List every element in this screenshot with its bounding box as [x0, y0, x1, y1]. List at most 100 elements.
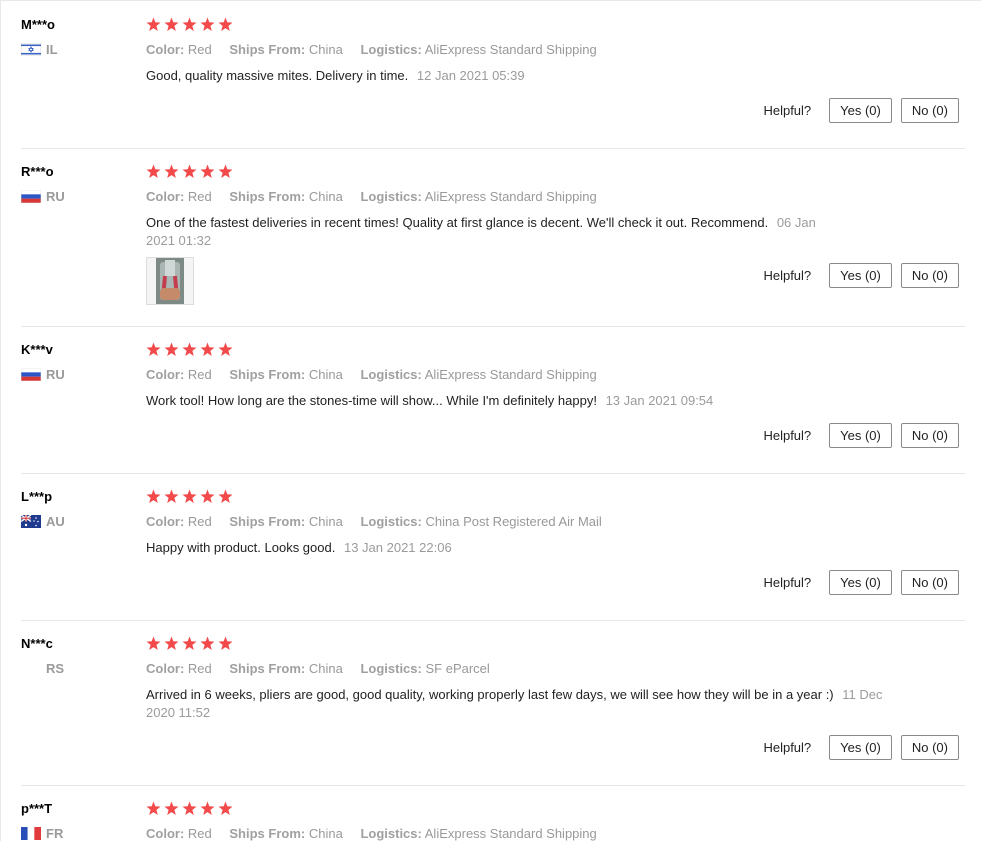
star-icon	[218, 342, 233, 356]
rating-stars	[146, 801, 236, 816]
helpful-votes: Helpful? Yes (0) No (0)	[763, 98, 959, 123]
ships-from-label: Ships From:	[229, 514, 306, 529]
rating-stars	[146, 164, 236, 179]
country-code: IL	[46, 42, 58, 57]
helpful-label: Helpful?	[763, 575, 812, 590]
reviewer-name: p***T	[21, 801, 53, 816]
ships-from-label: Ships From:	[229, 189, 306, 204]
order-attributes: Color: Red Ships From: China Logistics: …	[146, 189, 611, 204]
star-icon	[182, 801, 197, 815]
ships-from-value: China	[308, 661, 343, 676]
logistics-label: Logistics:	[360, 367, 422, 382]
review-divider	[21, 148, 965, 149]
review-text: Arrived in 6 weeks, pliers are good, goo…	[146, 687, 834, 702]
rating-stars	[146, 17, 236, 32]
ships-from-value: China	[308, 42, 343, 57]
reviewer-name: R***o	[21, 164, 54, 179]
star-icon	[146, 164, 161, 178]
rating-stars	[146, 489, 236, 504]
star-icon	[200, 636, 215, 650]
star-icon	[182, 489, 197, 503]
review-text: Work tool! How long are the stones-time …	[146, 393, 597, 408]
review-divider	[21, 785, 965, 786]
star-icon	[182, 17, 197, 31]
country-code: RS	[46, 661, 65, 676]
russia-flag-icon	[21, 368, 41, 381]
helpful-votes: Helpful? Yes (0) No (0)	[763, 263, 959, 288]
star-icon	[164, 342, 179, 356]
helpful-no-button[interactable]: No (0)	[900, 423, 959, 448]
order-attributes: Color: Red Ships From: China Logistics: …	[146, 514, 616, 529]
reviewer-country: AU	[21, 514, 65, 529]
star-icon	[164, 636, 179, 650]
reviewer-country: RU	[21, 189, 65, 204]
review-time: 12 Jan 2021 05:39	[416, 68, 525, 83]
ships-from-value: China	[308, 514, 343, 529]
color-value: Red	[187, 514, 212, 529]
star-icon	[146, 17, 161, 31]
color-value: Red	[187, 367, 212, 382]
flag-placeholder	[21, 662, 41, 675]
review-time: 13 Jan 2021 22:06	[343, 540, 452, 555]
review-text: Happy with product. Looks good.	[146, 540, 336, 555]
logistics-label: Logistics:	[360, 661, 422, 676]
color-label: Color:	[146, 367, 185, 382]
helpful-yes-button[interactable]: Yes (0)	[829, 98, 892, 123]
logistics-label: Logistics:	[360, 189, 422, 204]
order-attributes: Color: Red Ships From: China Logistics: …	[146, 367, 611, 382]
logistics-label: Logistics:	[360, 514, 422, 529]
reviewer-name: K***v	[21, 342, 53, 357]
reviewer-country: RU	[21, 367, 65, 382]
star-icon	[164, 489, 179, 503]
ships-from-value: China	[308, 189, 343, 204]
color-value: Red	[187, 826, 212, 841]
star-icon	[218, 164, 233, 178]
order-attributes: Color: Red Ships From: China Logistics: …	[146, 42, 611, 57]
review-text: Good, quality massive mites. Delivery in…	[146, 68, 409, 83]
helpful-yes-button[interactable]: Yes (0)	[829, 570, 892, 595]
ships-from-label: Ships From:	[229, 826, 306, 841]
color-value: Red	[187, 661, 212, 676]
star-icon	[146, 801, 161, 815]
review-content: Work tool! How long are the stones-time …	[146, 392, 866, 410]
star-icon	[218, 17, 233, 31]
star-icon	[218, 636, 233, 650]
star-icon	[200, 17, 215, 31]
star-icon	[164, 17, 179, 31]
star-icon	[200, 342, 215, 356]
reviewer-country: FR	[21, 826, 63, 841]
color-label: Color:	[146, 189, 185, 204]
star-icon	[182, 636, 197, 650]
helpful-votes: Helpful? Yes (0) No (0)	[763, 570, 959, 595]
helpful-no-button[interactable]: No (0)	[900, 735, 959, 760]
review-photo[interactable]	[146, 257, 194, 305]
rating-stars	[146, 636, 236, 651]
helpful-no-button[interactable]: No (0)	[900, 98, 959, 123]
helpful-no-button[interactable]: No (0)	[900, 263, 959, 288]
helpful-yes-button[interactable]: Yes (0)	[829, 735, 892, 760]
ships-from-value: China	[308, 826, 343, 841]
star-icon	[164, 801, 179, 815]
star-icon	[200, 164, 215, 178]
helpful-yes-button[interactable]: Yes (0)	[829, 263, 892, 288]
reviewer-name: L***p	[21, 489, 53, 504]
star-icon	[146, 636, 161, 650]
star-icon	[200, 801, 215, 815]
helpful-label: Helpful?	[763, 268, 812, 283]
review-divider	[21, 326, 965, 327]
reviewer-country: RS	[21, 661, 64, 676]
color-label: Color:	[146, 826, 185, 841]
helpful-no-button[interactable]: No (0)	[900, 570, 959, 595]
country-code: FR	[46, 826, 64, 841]
logistics-value: AliExpress Standard Shipping	[424, 42, 597, 57]
star-icon	[200, 489, 215, 503]
color-label: Color:	[146, 661, 185, 676]
review-content: Happy with product. Looks good. 13 Jan 2…	[146, 539, 866, 557]
australia-flag-icon	[21, 515, 41, 528]
pliers-photo-thumbnail	[156, 258, 184, 304]
helpful-yes-button[interactable]: Yes (0)	[829, 423, 892, 448]
logistics-label: Logistics:	[360, 42, 422, 57]
star-icon	[164, 164, 179, 178]
country-code: RU	[46, 367, 65, 382]
logistics-value: China Post Registered Air Mail	[425, 514, 602, 529]
